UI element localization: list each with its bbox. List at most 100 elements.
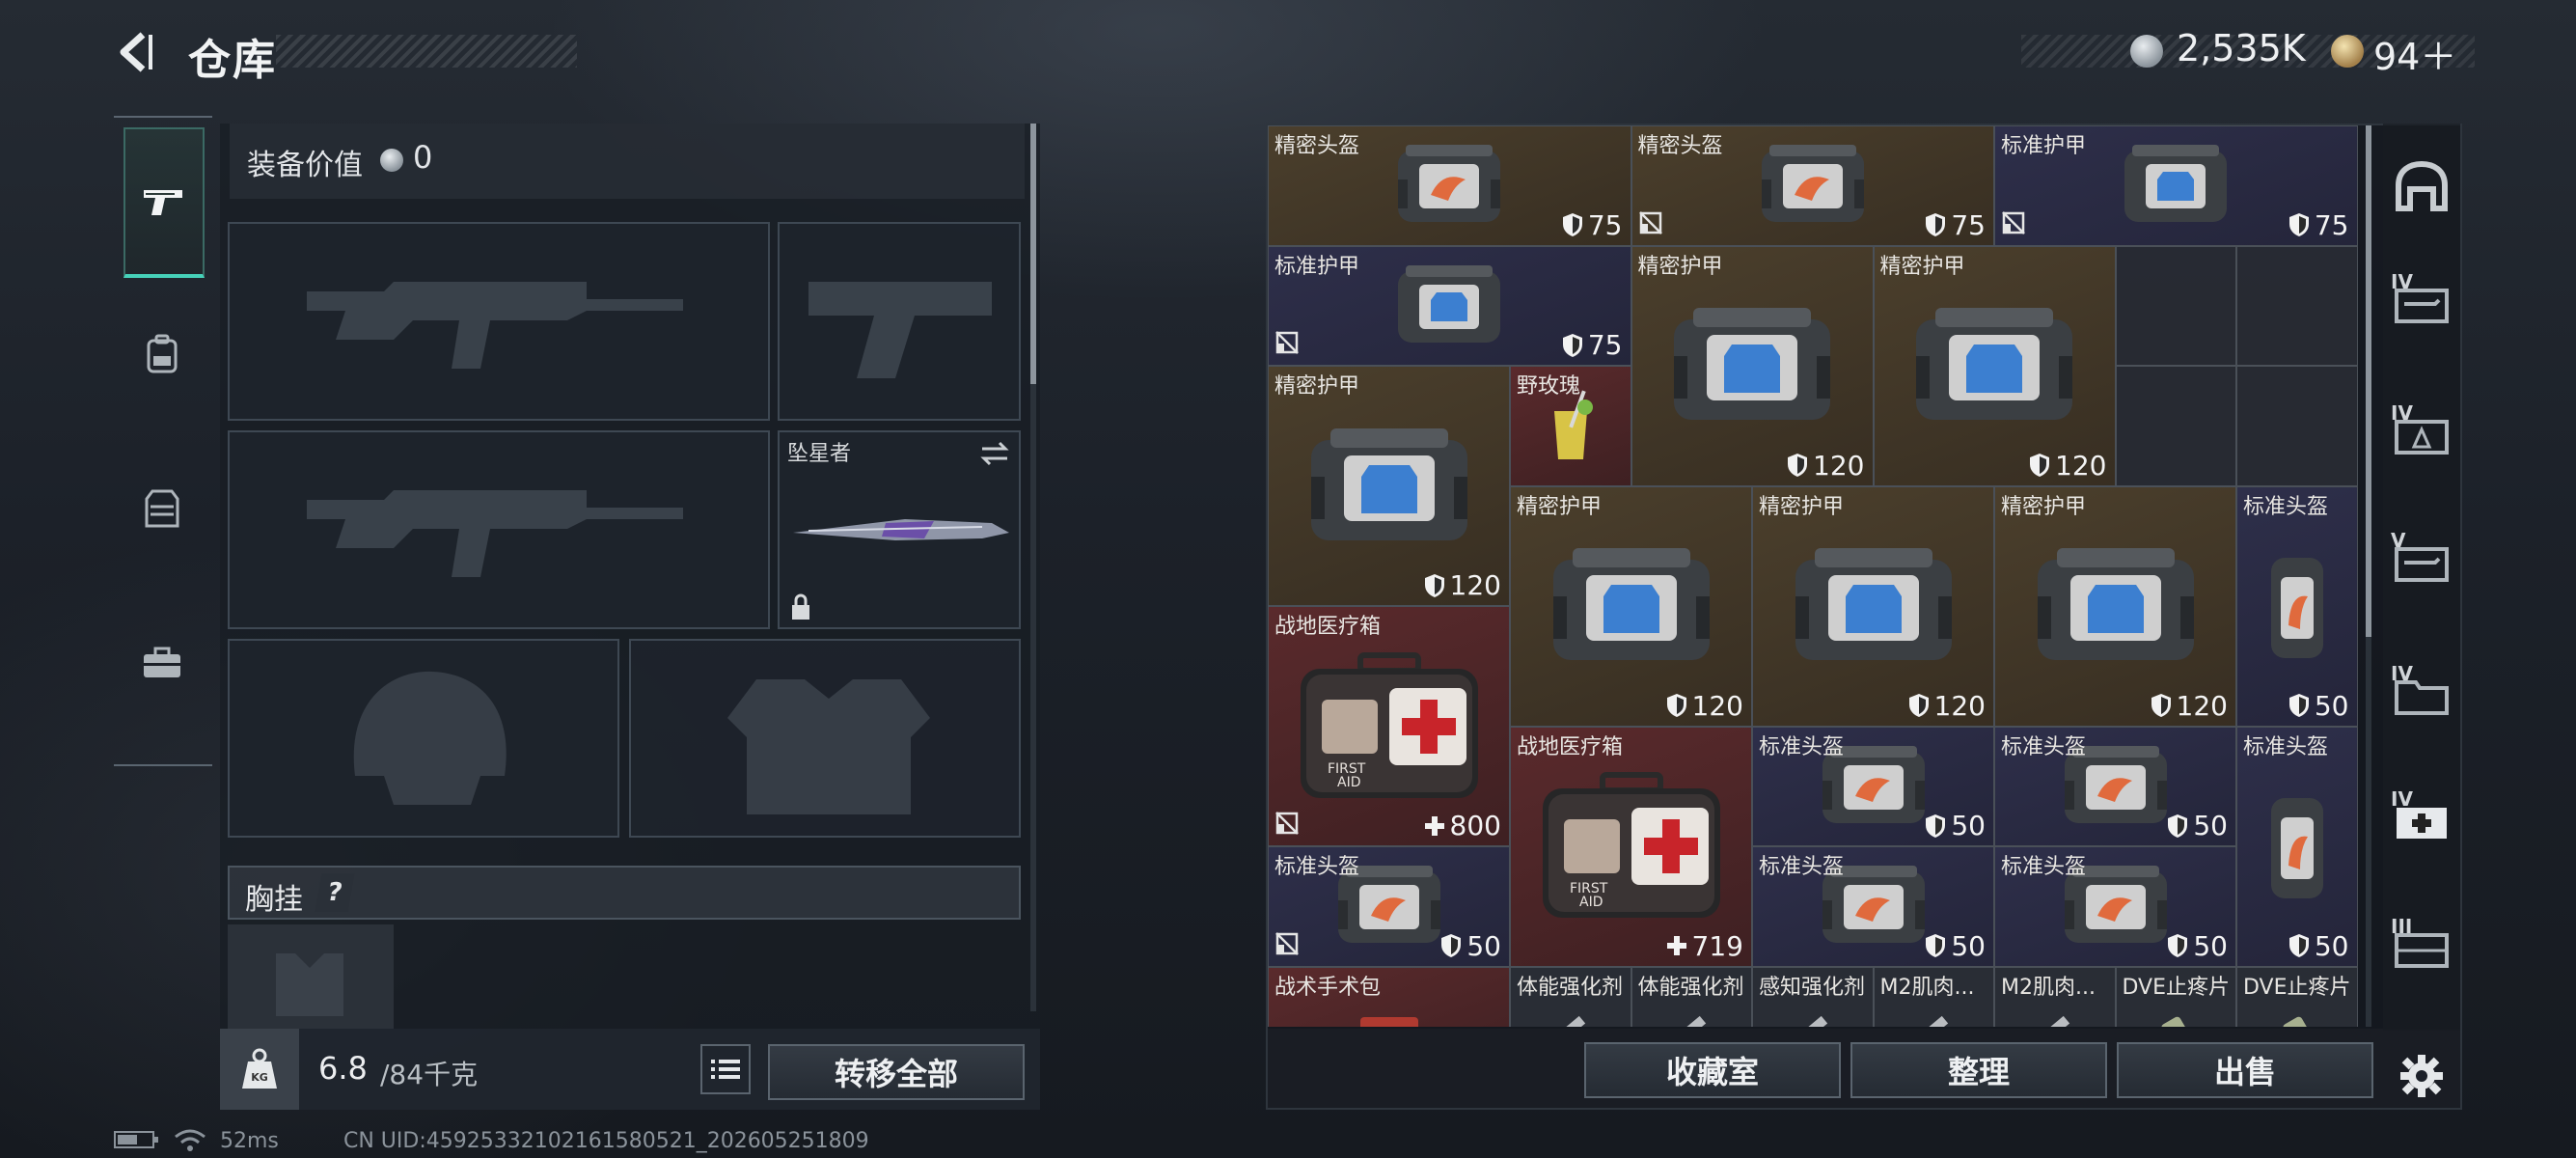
melee-name: 坠星者 [787, 442, 852, 466]
stash-item[interactable]: 标准头盔 50 [2236, 726, 2358, 967]
swap-icon[interactable] [978, 440, 1011, 467]
chest-rig-bar: 胸挂 ? [228, 866, 1021, 920]
tab-backpack[interactable] [123, 282, 201, 427]
stash-item[interactable]: 体能强化剂 [1510, 966, 1631, 1027]
sell-button[interactable]: 出售 [2117, 1042, 2373, 1098]
item-value-text: 50 [2193, 810, 2228, 841]
armor-slot[interactable] [629, 639, 1021, 838]
silver-coin-icon [2130, 35, 2163, 68]
weight-current: 6.8 [318, 1050, 368, 1087]
equipment-value-bar: 装备价值 0 [230, 124, 1025, 199]
container-tab-6[interactable]: IV [2385, 770, 2458, 876]
empty-stash-cell[interactable] [2236, 366, 2358, 486]
stash-item[interactable]: 标准护甲 75 [1994, 125, 2358, 246]
stash-item[interactable]: 标准头盔 50 [1752, 726, 1994, 846]
tab-vest[interactable] [123, 436, 201, 581]
item-value: 719 [1666, 930, 1743, 962]
help-icon[interactable]: ? [315, 873, 355, 912]
stash-item[interactable]: DVE止疼片 [2236, 966, 2358, 1027]
item-value-text: 50 [2314, 689, 2349, 722]
item-value-text: 75 [1587, 208, 1623, 241]
stash-item[interactable]: FIRST AID 战地医疗箱 800 [1268, 606, 1510, 846]
item-name: 精密护甲 [1879, 254, 1965, 279]
stash-item[interactable]: 精密头盔 75 [1631, 125, 1994, 246]
stash-item[interactable]: 标准头盔 50 [1994, 846, 2236, 967]
container-tab-7[interactable]: III [2385, 897, 2458, 1004]
secondary-weapon-slot[interactable] [228, 430, 770, 629]
loadout-scrollbar[interactable] [1030, 124, 1036, 1011]
stash-item[interactable]: 体能强化剂 [1631, 966, 1752, 1027]
silver-amount[interactable]: 2,535K [2177, 27, 2306, 69]
container-tab-2[interactable]: IV [2385, 253, 2458, 359]
item-name: 精密护甲 [1759, 494, 1845, 519]
stash-item[interactable]: M2肌肉... [1873, 966, 1994, 1027]
item-value: 50 [2288, 690, 2349, 722]
stash-item[interactable]: 精密护甲 120 [1631, 245, 1874, 486]
item-value-text: 75 [2314, 208, 2349, 241]
rifle-silhouette-icon [307, 490, 683, 577]
container-tab-3[interactable]: IV [2385, 384, 2458, 490]
back-arrow-icon[interactable] [114, 29, 160, 75]
stash-item[interactable]: 精密护甲 120 [1510, 485, 1752, 727]
collection-room-button[interactable]: 收藏室 [1584, 1042, 1841, 1098]
item-name: 精密护甲 [2001, 494, 2087, 519]
item-value: 120 [1424, 569, 1501, 601]
container-tab-1[interactable] [2385, 135, 2458, 241]
stash-item[interactable]: 精密护甲 120 [1268, 366, 1510, 606]
stash-item[interactable]: 精密护甲 120 [1994, 485, 2236, 727]
item-value: 50 [1925, 810, 1986, 841]
item-value: 75 [1562, 209, 1623, 241]
item-name: 精密护甲 [1274, 374, 1360, 399]
sidearm-slot[interactable] [778, 222, 1021, 421]
stash-item[interactable]: 感知强化剂 [1752, 966, 1874, 1027]
transfer-all-button[interactable]: 转移全部 [768, 1044, 1025, 1100]
syringe-icon [1923, 1015, 1949, 1027]
item-value: 50 [2167, 930, 2228, 962]
armor-bag-icon [1674, 308, 1830, 420]
shield-icon [1926, 934, 1946, 957]
stash-item[interactable]: 标准头盔 50 [1994, 726, 2236, 846]
stash-item[interactable]: 精密护甲 120 [1752, 485, 1994, 727]
item-value-text: 50 [1951, 810, 1986, 841]
container-tab-5[interactable]: IV [2385, 645, 2458, 751]
primary-weapon-slot[interactable] [228, 222, 770, 421]
stash-item[interactable]: 精密护甲 120 [1873, 245, 2116, 486]
tier-label: V [2391, 529, 2406, 552]
stash-item[interactable]: FIRST AID 战地医疗箱 719 [1510, 726, 1752, 967]
stash-item[interactable]: 标准头盔 50 [1268, 846, 1510, 967]
stash-item[interactable]: 战术手术包 [1268, 966, 1510, 1027]
gold-amount[interactable]: 94＋ [2373, 27, 2456, 80]
settings-button[interactable] [2385, 1023, 2458, 1129]
empty-stash-cell[interactable] [2115, 366, 2236, 486]
empty-stash-cell[interactable] [2236, 245, 2358, 366]
item-name: 标准头盔 [2243, 494, 2329, 519]
stash-item[interactable]: 标准头盔 50 [1752, 846, 1994, 967]
stash-item[interactable]: 精密头盔 75 [1268, 125, 1631, 246]
item-name: 战地医疗箱 [1517, 734, 1624, 759]
unsellable-mark [1638, 210, 1663, 239]
item-value-text: 120 [1933, 689, 1986, 722]
armor-bag-icon [2124, 145, 2228, 223]
stash-item[interactable]: 标准头盔 50 [2236, 485, 2358, 727]
sort-button[interactable]: 整理 [1850, 1042, 2107, 1098]
chest-rig-slot[interactable] [228, 924, 394, 1029]
melee-slot[interactable]: 坠星者 [778, 430, 1021, 629]
item-value: 120 [1666, 690, 1743, 722]
item-name: 战地医疗箱 [1274, 615, 1382, 639]
tier-label: IV [2391, 401, 2413, 425]
tab-case[interactable] [123, 591, 201, 735]
stash-item[interactable]: M2肌肉... [1994, 966, 2116, 1027]
stash-item[interactable]: 野玫瑰 [1510, 366, 1631, 486]
item-value-text: 50 [1466, 929, 1501, 962]
tab-weapons[interactable] [123, 127, 205, 278]
stash-scrollbar[interactable] [2366, 125, 2371, 1027]
empty-stash-cell[interactable] [2115, 245, 2236, 366]
stash-item[interactable]: 标准护甲 75 [1268, 245, 1631, 366]
item-name: 精密头盔 [1274, 134, 1360, 158]
item-value: 120 [2151, 690, 2228, 722]
helmet-slot[interactable] [228, 639, 619, 838]
stash-item[interactable]: DVE止疼片 [2115, 966, 2236, 1027]
first-aid-kit-icon: FIRSTAID [1300, 651, 1478, 798]
container-tab-4[interactable]: V [2385, 511, 2458, 618]
list-view-button[interactable] [700, 1044, 751, 1094]
